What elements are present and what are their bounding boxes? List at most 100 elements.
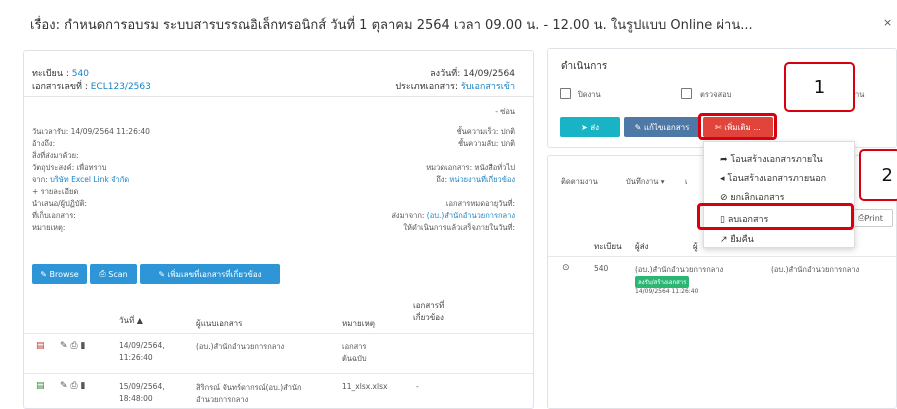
tracking-sender: (อบ.)สำนักอำนวยการกลาง [635, 265, 724, 274]
deadline: ให้ดำเนินการแล้วเสร็จภายในวันที่: [403, 223, 515, 232]
third-check-label: าน [855, 90, 865, 99]
excel-icon[interactable]: ▤ [36, 381, 45, 391]
doc-type-value: รับเอกสารเข้า [460, 82, 515, 92]
paperclip-icon: ✎ [158, 269, 168, 279]
speed-level: ชั้นความเร็ว: ปกติ [456, 127, 516, 136]
add-related-label: เพิ่มเลขที่เอกสารที่เกี่ยวข้อง [167, 269, 262, 279]
doc-type-label: ประเภทเอกสาร: [395, 82, 458, 92]
row-date: 14/09/2564, [119, 341, 165, 350]
doc-category: หมวดเอกสาร: หนังสือทั่วไป [426, 163, 515, 172]
close-task-checkbox[interactable] [560, 88, 571, 99]
from-row: จาก: บริษัท Excel Link จำกัด [32, 174, 129, 186]
send-button[interactable]: ➤ ส่ง [560, 117, 620, 137]
menu-item-label: ยืมคืน [730, 235, 754, 245]
detail-link[interactable]: + รายละเอียด [32, 186, 78, 198]
more-dropdown-menu: ➦ โอนสร้างเอกสารภายใน ◂ โอนสร้างเอกสารภา… [703, 141, 855, 248]
review-checkbox[interactable] [681, 88, 692, 99]
more-button-highlight [698, 113, 777, 140]
document-detail-panel: ทะเบียน : 540 เอกสารเลขที่ : ECL123/2563… [23, 50, 534, 409]
from-label: จาก: [32, 175, 48, 184]
sent-from-value: (อบ.)สำนักอำนวยการกลาง [426, 211, 515, 220]
from-value: บริษัท Excel Link จำกัด [50, 175, 130, 184]
tracking-divider [548, 256, 896, 257]
header-divider [24, 333, 533, 334]
row-date: 15/09/2564, [119, 382, 165, 391]
tab-third[interactable]: เ [685, 176, 688, 188]
to-row: ถึง: หน่วยงานที่เกี่ยวข้อง [436, 174, 515, 186]
tracking-receiver: (อบ.)สำนักอำนวยการกลาง [771, 265, 860, 274]
to-label: ถึง: [436, 175, 447, 184]
to-value: หน่วยงานที่เกี่ยวข้อง [449, 175, 515, 184]
col-note[interactable]: หมายเหตุ [342, 317, 375, 330]
share-icon: ➦ [720, 155, 731, 165]
tracking-reg: 540 [594, 264, 609, 273]
edit-icon: ✎ [634, 122, 644, 132]
col-registration: ทะเบียน [594, 242, 622, 251]
row-time: 18:48:00 [119, 394, 153, 403]
callout-step-2: 2 [859, 149, 897, 201]
docno-value[interactable]: ECL123/2563 [91, 82, 151, 92]
delete-item-highlight [697, 203, 854, 230]
received-time: วันเวลารับ: 14/09/2564 11:26:40 [32, 127, 150, 136]
docno-label: เอกสารเลขที่ : [32, 82, 88, 92]
scan-label: Scan [108, 269, 128, 279]
sent-from-row: ส่งมาจาก: (อบ.)สำนักอำนวยการกลาง [391, 210, 515, 222]
sent-from-label: ส่งมาจาก: [391, 211, 425, 220]
menu-item-label: ยกเลิกเอกสาร [730, 193, 785, 203]
doc-type-row: ประเภทเอกสาร: รับเอกสารเข้า [395, 79, 515, 93]
registration-value: 540 [71, 69, 89, 79]
col-attacher[interactable]: ผู้แนบเอกสาร [196, 317, 242, 330]
docno-row: เอกสารเลขที่ : ECL123/2563 [32, 79, 151, 93]
callout-step-1: 1 [784, 62, 855, 112]
purpose: วัตถุประสงค์: เพื่อทราบ [32, 163, 107, 172]
modal-header: เรื่อง: กำหนดการอบรม ระบบสารบรรณอิเล็กทร… [0, 0, 897, 44]
storage: ที่เก็บเอกสาร: [32, 211, 76, 220]
menu-item-cancel-document[interactable]: ⊘ ยกเลิกเอกสาร [720, 190, 784, 204]
row-related: - [416, 382, 419, 391]
doc-date: ลงวันที่: 14/09/2564 [430, 69, 515, 79]
print-label: Print [864, 213, 883, 223]
scan-button[interactable]: ⎙ Scan [90, 264, 137, 284]
menu-item-external-transfer[interactable]: ◂ โอนสร้างเอกสารภายนอก [720, 171, 826, 185]
tracking-time: 14/09/2564 11:26:40 [635, 288, 699, 295]
browse-label: Browse [49, 269, 79, 279]
menu-item-internal-transfer[interactable]: ➦ โอนสร้างเอกสารภายใน [720, 152, 823, 166]
col-related-2: เกี่ยวข้อง [413, 313, 444, 322]
menu-item-label: โอนสร้างเอกสารภายนอก [727, 174, 827, 184]
attachments: สิ่งที่ส่งมาด้วย: [32, 151, 79, 160]
close-icon[interactable]: × [883, 16, 892, 29]
page-title: เรื่อง: กำหนดการอบรม ระบบสารบรรณอิเล็กทร… [30, 18, 753, 33]
row-actions[interactable]: ✎ ⎙ ▮ [60, 341, 85, 351]
document-summary: ทะเบียน : 540 เอกสารเลขที่ : ECL123/2563… [24, 51, 533, 97]
tab-tracking[interactable]: ติดตามงาน [561, 176, 598, 188]
clock-icon: ⊙ [562, 263, 570, 273]
tab-worklog[interactable]: บันทึกงาน ▾ [626, 176, 665, 188]
row-attacher: สิริกรณ์ จันทร์ดากรณ์(อบ.)สำนัก [196, 383, 302, 392]
col-receiver: ผู้ [693, 242, 698, 251]
close-task-label: ปิดงาน [578, 90, 601, 99]
review-label: ตรวจสอบ [700, 90, 732, 99]
secret-level: ชั้นความลับ: ปกติ [457, 139, 515, 148]
row-note: เอกสาร [342, 342, 367, 351]
actions-title: ดำเนินการ [561, 61, 608, 72]
browse-button[interactable]: ✎ Browse [32, 264, 87, 284]
paperclip-icon: ✎ [40, 269, 50, 279]
menu-item-borrow-return[interactable]: ↗ ยืมคืน [720, 232, 754, 246]
col-sender: ผู้ส่ง [635, 242, 649, 251]
send-icon: ➤ [580, 122, 591, 132]
registration-row: ทะเบียน : 540 [32, 66, 89, 80]
add-related-button[interactable]: ✎ เพิ่มเลขที่เอกสารที่เกี่ยวข้อง [140, 264, 280, 284]
row-attacher: (อบ.)สำนักอำนวยการกลาง [196, 342, 285, 351]
edit-document-button[interactable]: ✎ แก้ไขเอกสาร [624, 117, 700, 137]
row-note-2: ต้นฉบับ [342, 354, 367, 363]
presenter: นำเสนอ/ผู้ปฏิบัติ: [32, 199, 87, 208]
row-actions[interactable]: ✎ ⎙ ▮ [60, 381, 85, 391]
row-note[interactable]: 11_xlsx.xlsx [342, 382, 387, 391]
doc-expiry: เอกสารหมดอายุวันที่: [445, 199, 515, 208]
hide-link[interactable]: - ซ่อน [495, 106, 515, 118]
pdf-icon[interactable]: ▤ [36, 341, 45, 351]
ban-icon: ⊘ [720, 193, 731, 203]
col-date[interactable]: วันที่ ▲ [119, 314, 143, 327]
send-label: ส่ง [590, 122, 600, 132]
status-badge: ลงรับ/สร้างเอกสาร [635, 276, 690, 288]
